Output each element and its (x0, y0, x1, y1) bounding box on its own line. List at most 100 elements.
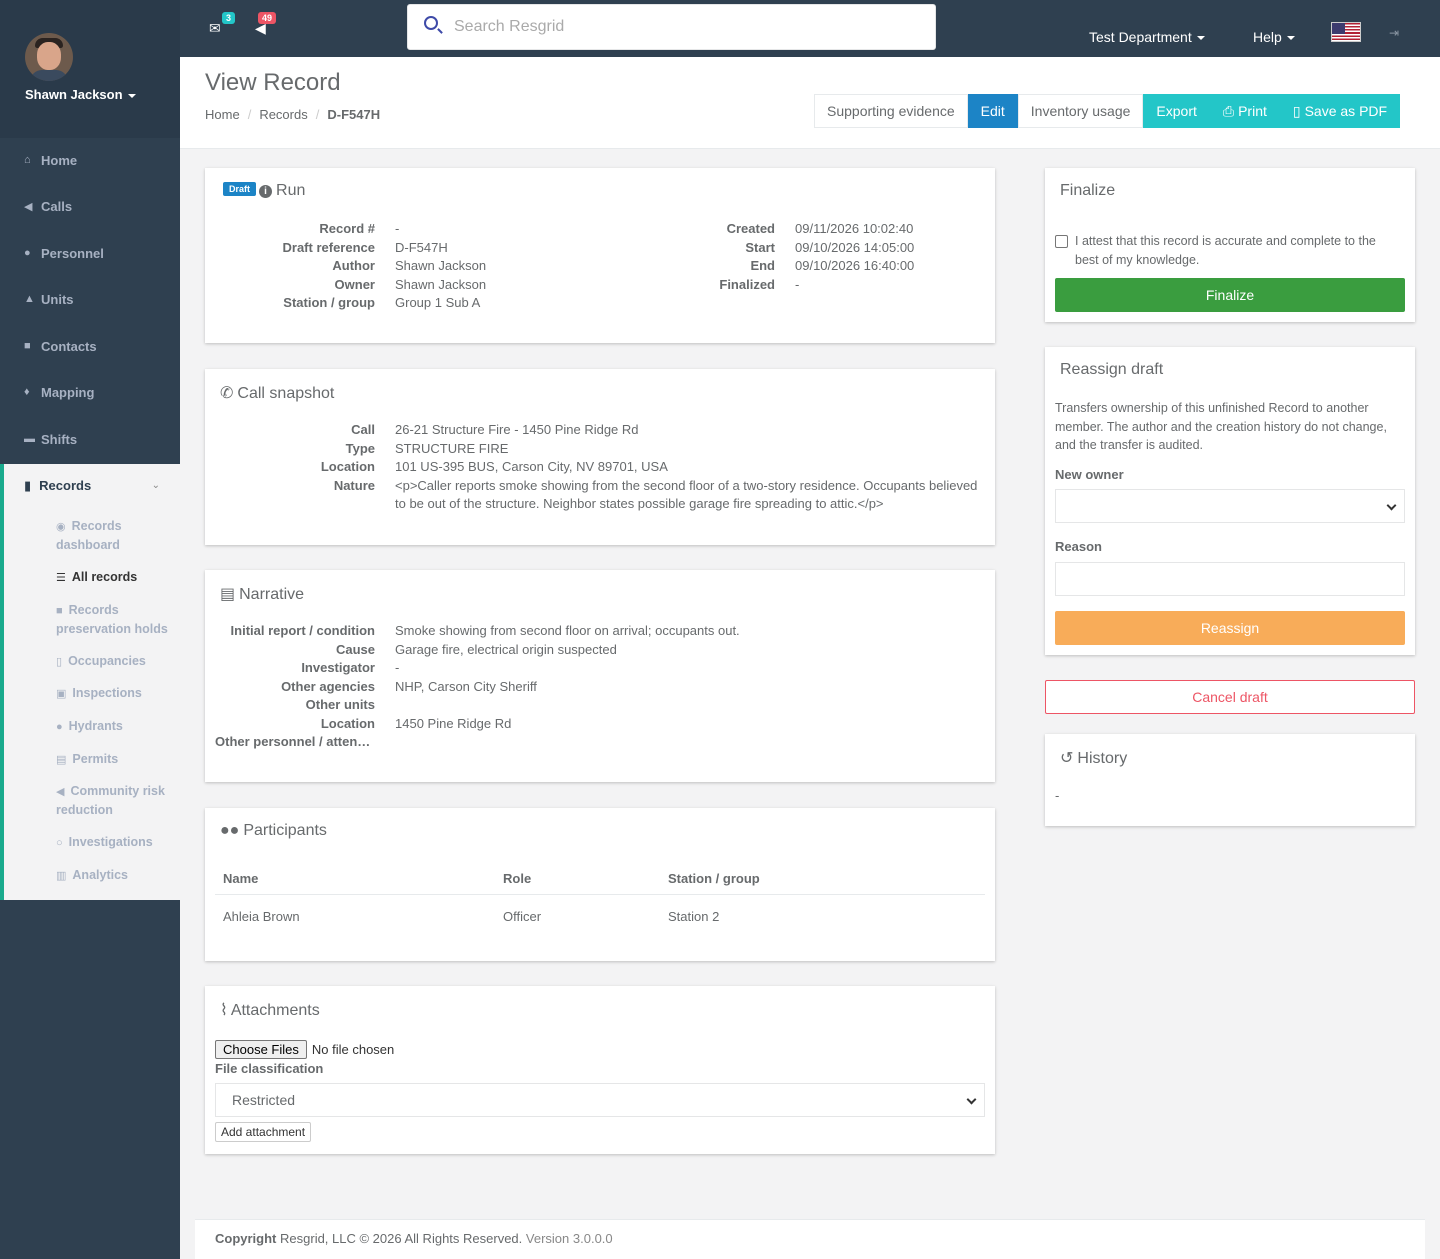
search-input[interactable] (454, 16, 914, 38)
nav-investigations[interactable]: ○ Investigations (56, 833, 176, 852)
avatar[interactable] (25, 33, 73, 81)
help-menu[interactable]: Help (1253, 29, 1295, 45)
inventory-usage-button[interactable]: Inventory usage (1017, 94, 1144, 128)
end-time: 09/10/2026 16:40:00 (795, 258, 915, 273)
lock-icon: ■ (56, 605, 63, 617)
field-label: Other agencies (281, 678, 375, 694)
edit-button[interactable]: Edit (967, 94, 1018, 128)
participant-name: Ahleia Brown (223, 908, 300, 924)
nav-records[interactable]: ▮ Records (24, 478, 91, 494)
field-label: Cause (335, 641, 375, 657)
nav-label: Calls (41, 198, 73, 214)
file-text-icon: ▤ (220, 586, 236, 603)
nav-sub-label: Community risk reduction (56, 784, 165, 817)
nav-mapping[interactable]: ♦ Mapping (0, 369, 180, 415)
nav-occupancies[interactable]: ▯ Occupancies (56, 652, 176, 671)
call-link[interactable]: 26-21 Structure Fire - 1450 Pine Ridge R… (375, 421, 639, 440)
chevron-down-icon (966, 1094, 977, 1105)
us-flag-icon[interactable] (1331, 22, 1361, 42)
call-location: 101 US-395 BUS, Carson City, NV 89701, U… (395, 459, 668, 474)
breadcrumb-current: D-F547H (327, 107, 381, 122)
chevron-down-icon[interactable]: ⌄ (152, 480, 160, 491)
history-panel: ↺ History - (1045, 734, 1415, 826)
copy-icon: ▣ (56, 688, 67, 700)
field-label: End (750, 258, 775, 273)
print-button[interactable]: ⎙ Print (1209, 94, 1280, 128)
nav-community-risk-reduction[interactable]: ◀ Community risk reduction (56, 782, 176, 819)
sign-out-icon[interactable]: ⇥ (1389, 26, 1399, 40)
add-attachment-button[interactable]: Add attachment (215, 1122, 312, 1142)
attest-checkbox[interactable] (1055, 235, 1068, 248)
nav-sub-label: All records (71, 570, 138, 584)
choose-files-button[interactable]: Choose Files (215, 1040, 307, 1059)
address-book-icon: ■ (24, 340, 31, 352)
nav-all-records[interactable]: ☰ All records (56, 568, 176, 587)
reason-label: Reason (1055, 539, 1102, 554)
nav-analytics[interactable]: ▥ Analytics (56, 866, 176, 885)
attest-label: I attest that this record is accurate an… (1075, 234, 1376, 267)
narrative-title-text: Narrative (239, 586, 305, 603)
user-menu[interactable]: Shawn Jackson (25, 87, 136, 102)
save-as-pdf-button[interactable]: ▯ Save as PDF (1279, 94, 1401, 128)
nav-contacts[interactable]: ■ Contacts (0, 323, 180, 369)
footer: Copyright Resgrid, LLC © 2026 All Rights… (195, 1219, 1425, 1259)
attachments-title-text: Attachments (230, 1002, 320, 1019)
other-personnel (375, 733, 395, 752)
nav-shifts[interactable]: ▬ Shifts (0, 416, 180, 462)
footer-company: Resgrid, LLC © 2026 All Rights Reserved. (280, 1231, 523, 1246)
run-details-left: Record # - Draft reference D-F547H Author S… (225, 220, 487, 313)
envelope-icon[interactable]: ✉ (209, 20, 221, 37)
nav-units[interactable]: ▲ Units (0, 276, 180, 322)
file-classification-select[interactable]: Restricted (215, 1083, 985, 1117)
finalize-button[interactable]: Finalize (1055, 278, 1405, 312)
page-title: View Record (205, 69, 341, 96)
nav-records-preservation-holds[interactable]: ■ Records preservation holds (56, 601, 176, 638)
reassign-button[interactable]: Reassign (1055, 611, 1405, 645)
breadcrumb-separator: / (247, 107, 252, 122)
field-label: Nature (333, 477, 375, 493)
reason-input[interactable] (1055, 562, 1405, 596)
reassign-description: Transfers ownership of this unfinished R… (1055, 401, 1387, 452)
nav-home[interactable]: ⌂ Home (0, 137, 180, 183)
nav-personnel[interactable]: ● Personnel (0, 230, 180, 276)
nav-inspections[interactable]: ▣ Inspections (56, 684, 176, 703)
bullhorn-icon: ◀ (56, 786, 65, 798)
dashboard-icon: ◉ (56, 521, 66, 533)
narrative-details: Initial report / condition Smoke showing … (215, 622, 985, 752)
field-label: Finalized (719, 276, 775, 292)
export-button[interactable]: Export (1143, 94, 1210, 128)
nav-records-dashboard[interactable]: ◉ Records dashboard (56, 517, 176, 554)
print-icon: ⎙ (1222, 102, 1235, 119)
breadcrumb-home[interactable]: Home (205, 107, 240, 122)
run-details-right: Created 09/11/2026 10:02:40 Start 09/10/20… (625, 220, 914, 294)
file-icon: ▮ (24, 478, 32, 493)
history-value: - (1055, 788, 1060, 803)
nav-sub-label: Hydrants (68, 719, 123, 733)
messages-badge: 3 (222, 12, 236, 24)
field-label: Created (726, 221, 775, 236)
new-owner-select[interactable] (1055, 489, 1405, 523)
call-snapshot-title: ✆ Call snapshot (220, 383, 334, 403)
supporting-evidence-button[interactable]: Supporting evidence (814, 94, 968, 128)
briefcase-icon: ▬ (24, 433, 35, 445)
start-time: 09/10/2026 14:05:00 (795, 239, 915, 255)
participants-title: ●● Participants (220, 822, 327, 840)
run-title-text: Run (276, 182, 306, 199)
field-label: Owner (334, 276, 375, 292)
narrative-location: 1450 Pine Ridge Rd (395, 715, 512, 731)
nav-permits[interactable]: ▤ Permits (56, 750, 176, 769)
info-icon[interactable]: i (259, 185, 273, 198)
bullhorn-icon: ◀ (24, 200, 33, 213)
bar-chart-icon: ▥ (56, 870, 67, 882)
initial-report: Smoke showing from second floor on arriv… (395, 623, 740, 638)
nav-calls[interactable]: ◀ Calls (0, 183, 180, 229)
field-label: Draft reference (282, 239, 376, 255)
cancel-draft-button[interactable]: Cancel draft (1045, 680, 1415, 714)
search-icon (424, 16, 438, 30)
field-label: Station / group (283, 295, 375, 310)
department-menu[interactable]: Test Department (1089, 29, 1205, 45)
nav-hydrants[interactable]: ● Hydrants (56, 717, 176, 736)
column-header: Role (503, 871, 532, 886)
breadcrumb-records[interactable]: Records (259, 107, 307, 122)
column-header: Station / group (668, 871, 760, 886)
